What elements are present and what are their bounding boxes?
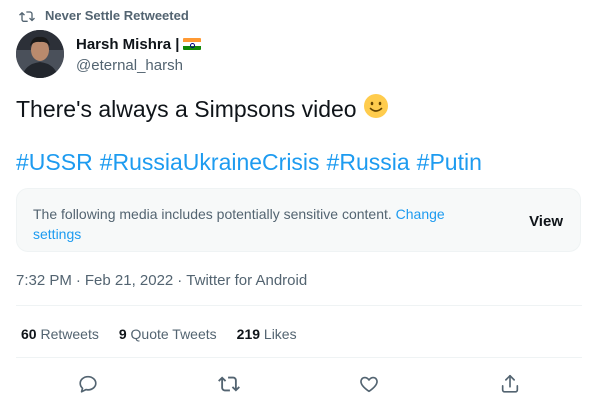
hashtag-link[interactable]: #Putin [417, 148, 482, 176]
tweet-stats: 60 Retweets 9 Quote Tweets 219 Likes [21, 326, 297, 342]
tweet-author: Harsh Mishra | @eternal_harsh [16, 30, 202, 78]
quote-tweets-stat[interactable]: 9 Quote Tweets [119, 326, 217, 342]
tweet-body: There's always a Simpsons video [16, 96, 357, 122]
hashtag-link[interactable]: #Russia [327, 148, 410, 176]
like-icon[interactable] [358, 373, 380, 395]
author-handle[interactable]: @eternal_harsh [76, 57, 201, 74]
hashtag-link[interactable]: #USSR [16, 148, 93, 176]
meta-separator: · [177, 272, 183, 289]
retweet-icon [19, 10, 35, 22]
likes-stat[interactable]: 219 Likes [237, 326, 297, 342]
divider [16, 357, 582, 358]
tweet-date[interactable]: Feb 21, 2022 [85, 272, 173, 289]
share-icon[interactable] [499, 373, 521, 395]
retweeted-by-header[interactable]: Never Settle Retweeted [19, 8, 189, 23]
sensitive-content-warning: The following media includes potentially… [16, 188, 581, 252]
tweet-source: Twitter for Android [186, 272, 308, 289]
view-button[interactable]: View [529, 213, 563, 230]
divider [16, 305, 582, 306]
author-name[interactable]: Harsh Mishra | [76, 36, 179, 53]
hashtags: #USSR #RussiaUkraineCrisis #Russia #Puti… [16, 148, 482, 176]
flag-india-icon [183, 38, 202, 50]
reply-icon[interactable] [77, 373, 99, 395]
hashtag-link[interactable]: #RussiaUkraineCrisis [100, 148, 320, 176]
avatar[interactable] [16, 30, 64, 78]
retweets-stat[interactable]: 60 Retweets [21, 326, 99, 342]
retweeted-by-label: Never Settle Retweeted [45, 8, 189, 23]
meta-separator: · [75, 272, 81, 289]
slightly-smiling-face-icon [363, 93, 389, 125]
tweet-time[interactable]: 7:32 PM [16, 272, 72, 289]
tweet-actions [0, 373, 598, 395]
tweet-text: There's always a Simpsons video [16, 93, 389, 125]
retweet-icon[interactable] [218, 373, 240, 395]
tweet-meta: 7:32 PM · Feb 21, 2022 · Twitter for And… [16, 272, 307, 289]
sensitive-message: The following media includes potentially… [33, 206, 392, 222]
